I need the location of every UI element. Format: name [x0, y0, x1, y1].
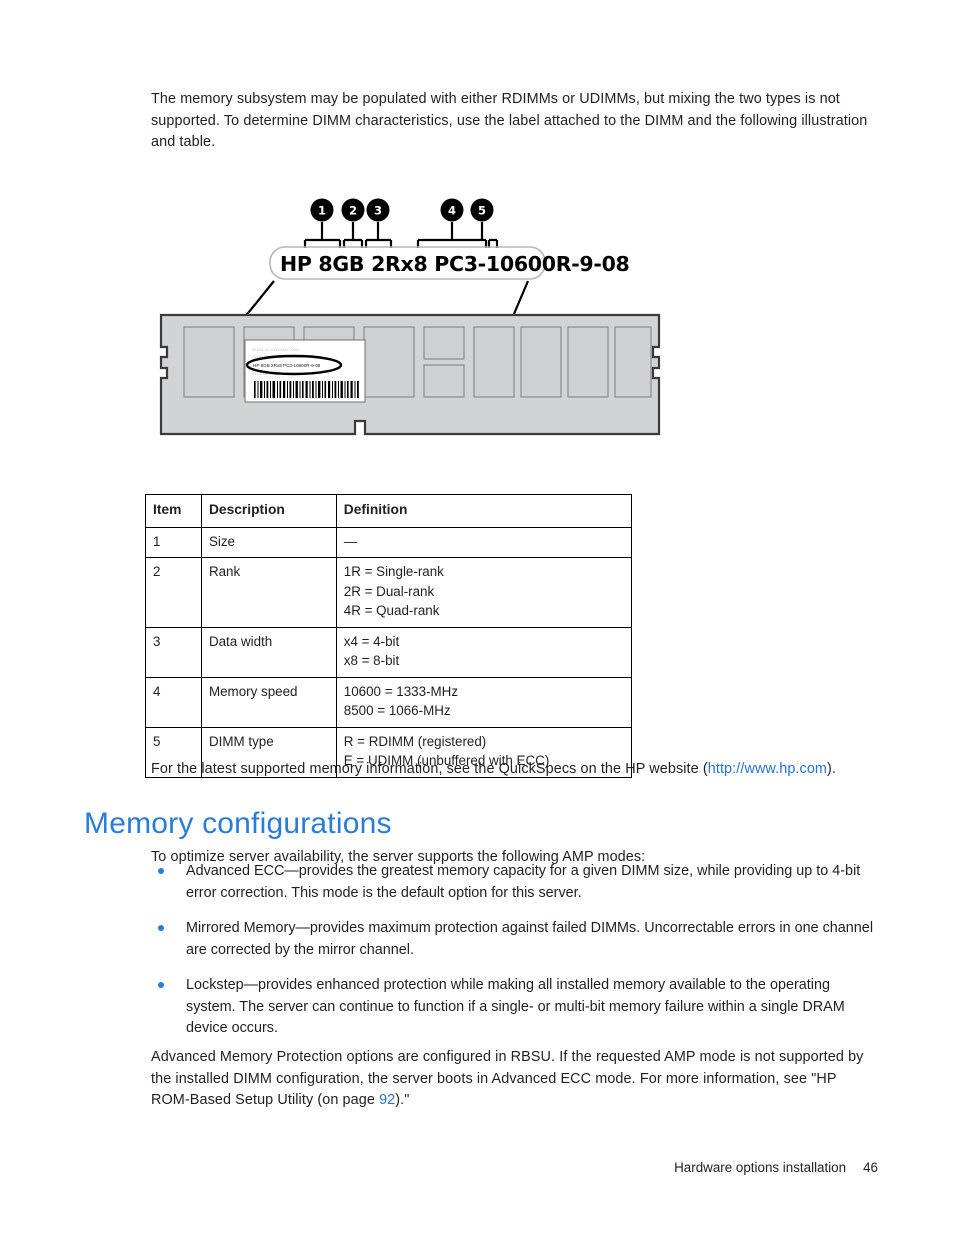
callout-4-icon: 4	[440, 198, 464, 222]
callout-1-icon: 1	[310, 198, 334, 222]
table-body: 1 Size — 2 Rank 1R = Single-rank 2R = Du…	[145, 526, 633, 778]
table-header-item: Item	[145, 494, 202, 528]
dimm-label-figure: 1 2 3 4 5 HP 8GB 2Rx8 PC3-10600R-9-08 xx…	[150, 185, 670, 440]
hp-website-link[interactable]: http://www.hp.com	[708, 761, 827, 777]
page-reference-link[interactable]: 92	[379, 1092, 395, 1108]
table-header-definition: Definition	[335, 494, 633, 528]
dimm-definition-table: Item Description Definition 1 Size — 2 R…	[145, 494, 633, 778]
dimm-label-text: HP 8GB 2Rx8 PC3-10600R-9-08	[280, 252, 630, 276]
table-row: 2 Rank 1R = Single-rank 2R = Dual-rank 4…	[145, 557, 633, 628]
quickspecs-paragraph: For the latest supported memory informat…	[151, 759, 881, 781]
list-item: Lockstep—provides enhanced protection wh…	[151, 975, 877, 1040]
definition-line: —	[343, 533, 358, 549]
document-page: The memory subsystem may be populated wi…	[0, 0, 954, 1235]
definition-line: 4R = Quad-rank	[343, 603, 440, 618]
dimm-module-illustration: xxxxx xx xxxxxxxx xxxx xxxxxxxxxxxxxx xx…	[159, 313, 661, 436]
definition-line: x8 = 8-bit	[343, 653, 400, 668]
amp-modes-list: Advanced ECC—provides the greatest memor…	[151, 861, 877, 1054]
table-row: 3 Data width x4 = 4-bit x8 = 8-bit	[145, 626, 633, 678]
cell-description: Size	[200, 526, 337, 558]
cell-definition: x4 = 4-bit x8 = 8-bit	[335, 626, 633, 678]
list-item: Advanced ECC—provides the greatest memor…	[151, 861, 877, 904]
dimm-product-label: xxxxx xx xxxxxxxx xxxx xxxxxxxxxxxxxx xx…	[244, 339, 366, 403]
definition-line: x4 = 4-bit	[343, 633, 400, 649]
definition-line: 8500 = 1066-MHz	[343, 703, 451, 718]
callout-2-icon: 2	[341, 198, 365, 222]
footer-section-label: Hardware options installation	[674, 1160, 847, 1175]
callout-leader-lines	[303, 222, 499, 248]
cell-description: Data width	[200, 626, 337, 678]
table-header-row: Item Description Definition	[145, 494, 633, 528]
amp-text-after: )."	[395, 1092, 410, 1109]
list-item-text: Mirrored Memory—provides maximum protect…	[186, 920, 874, 958]
quickspecs-text-before: For the latest supported memory informat…	[151, 761, 708, 778]
page-footer: Hardware options installation 46	[0, 1160, 878, 1175]
definition-line: R = RDIMM (registered)	[343, 733, 487, 749]
list-item-text: Advanced ECC—provides the greatest memor…	[186, 863, 861, 901]
callout-2-label: 2	[349, 203, 357, 217]
bullet-icon	[158, 925, 164, 931]
table-row: 1 Size —	[145, 526, 633, 558]
cell-item: 2	[145, 557, 202, 628]
amp-protection-paragraph: Advanced Memory Protection options are c…	[151, 1047, 877, 1112]
cell-description: Rank	[200, 557, 337, 628]
quickspecs-text-after: ).	[827, 761, 837, 778]
table-row: 4 Memory speed 10600 = 1333-MHz 8500 = 1…	[145, 676, 633, 728]
list-item-text: Lockstep—provides enhanced protection wh…	[186, 977, 845, 1036]
cell-definition: —	[335, 526, 633, 558]
bullet-icon	[158, 868, 164, 874]
callout-5-label: 5	[478, 203, 486, 217]
footer-page-number: 46	[863, 1160, 878, 1175]
cell-definition: 10600 = 1333-MHz 8500 = 1066-MHz	[335, 676, 633, 728]
callout-3-label: 3	[374, 203, 382, 217]
cell-item: 4	[145, 676, 202, 728]
intro-paragraph: The memory subsystem may be populated wi…	[151, 91, 868, 151]
definition-line: 2R = Dual-rank	[343, 583, 435, 599]
definition-line: 10600 = 1333-MHz	[343, 683, 459, 699]
list-item: Mirrored Memory—provides maximum protect…	[151, 918, 877, 961]
cell-definition: 1R = Single-rank 2R = Dual-rank 4R = Qua…	[335, 557, 633, 628]
bullet-icon	[158, 982, 164, 988]
cell-description: Memory speed	[200, 676, 337, 728]
callout-3-icon: 3	[366, 198, 390, 222]
dimm-small-label-text: HP 8GB 2Rx8 PC3-10600R-9-08	[253, 363, 321, 368]
callout-5-icon: 5	[470, 198, 494, 222]
label-ghost-line-1: xxxxx xx xxxxxxxx xxxx	[252, 347, 300, 352]
definition-line: 1R = Single-rank	[343, 564, 444, 579]
page-title: Memory configurations	[84, 807, 392, 841]
callout-4-label: 4	[448, 203, 456, 217]
callout-1-label: 1	[318, 203, 326, 217]
cell-item: 1	[145, 526, 202, 558]
cell-item: 3	[145, 626, 202, 678]
table-header-description: Description	[200, 494, 337, 528]
amp-text-before: Advanced Memory Protection options are c…	[151, 1049, 864, 1109]
